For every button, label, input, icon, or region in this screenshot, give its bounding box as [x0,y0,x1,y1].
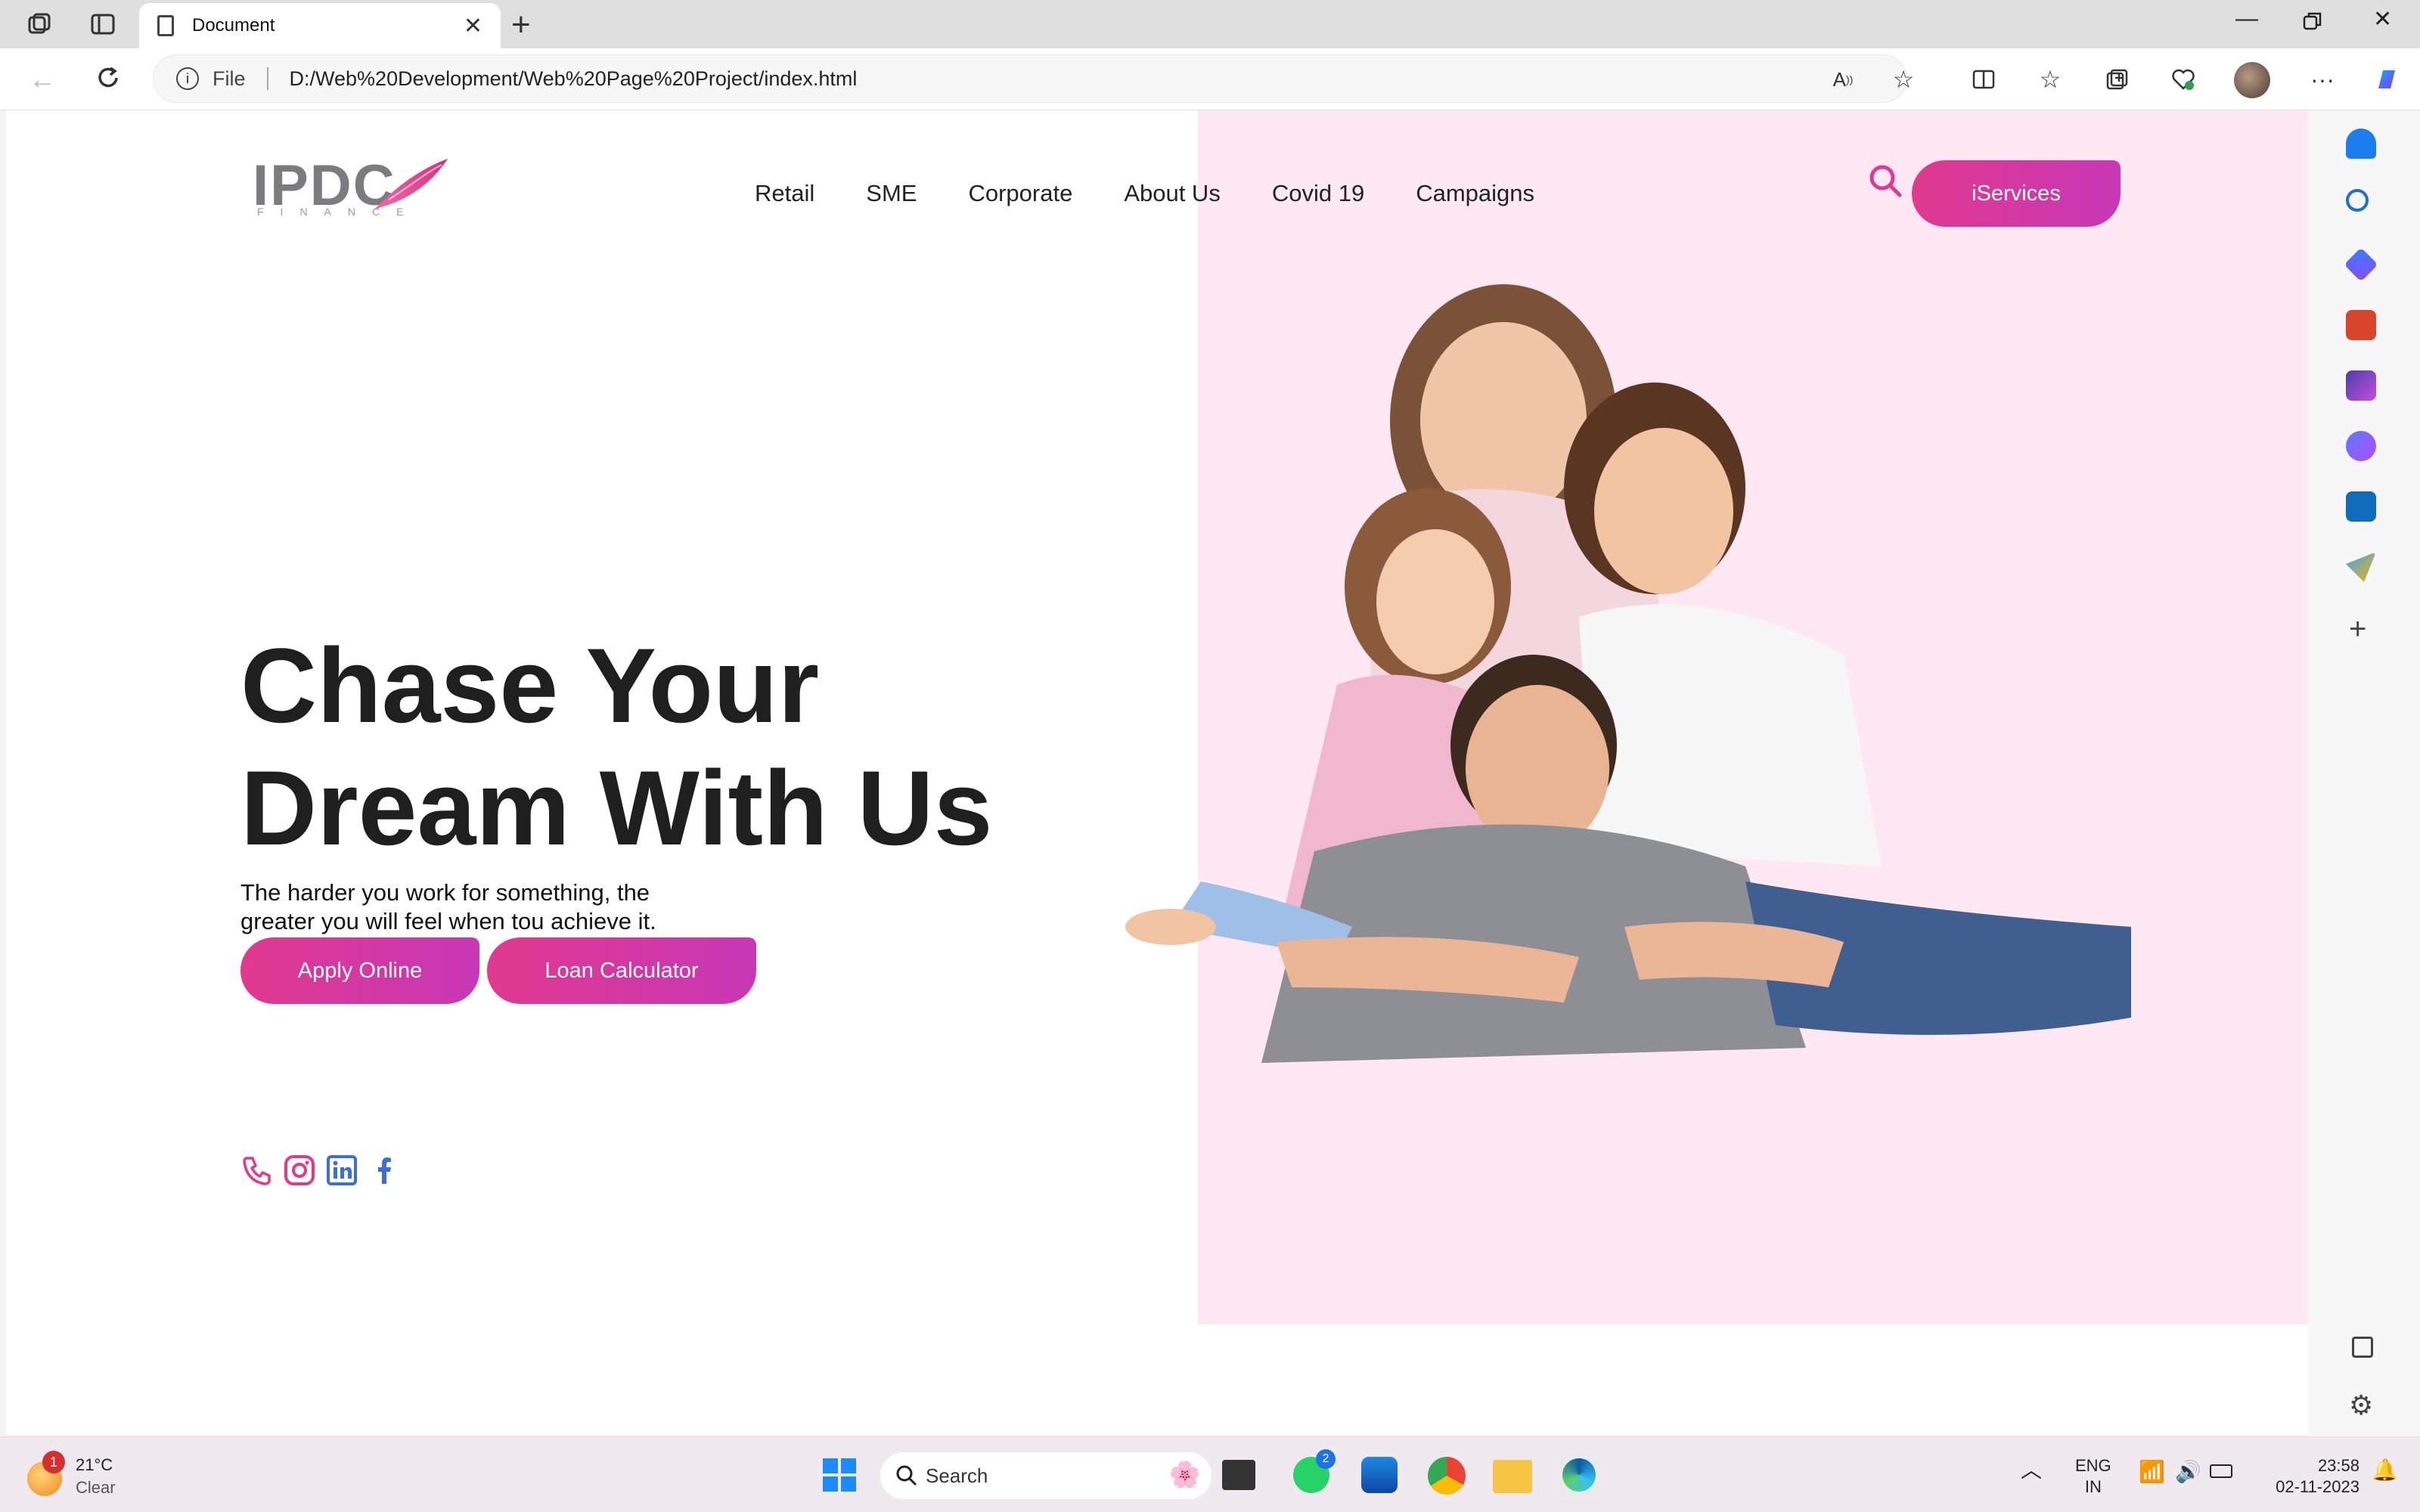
lang-bottom: IN [2084,1477,2102,1496]
back-icon[interactable]: ← [29,64,56,95]
battery-icon[interactable] [2210,1464,2232,1478]
store-icon[interactable] [1361,1457,1398,1493]
hero-title: Chase Your Dream With Us [240,624,1186,869]
ipdc-logo[interactable]: IPDC FINANCE [253,153,449,221]
site-info-icon[interactable]: i [176,67,199,90]
apply-online-button[interactable]: Apply Online [240,937,479,1004]
tools-icon[interactable] [2346,310,2376,340]
weather-badge: 1 [42,1451,65,1473]
nav-covid-19[interactable]: Covid 19 [1272,180,1364,207]
restore-icon[interactable] [2302,11,2323,38]
nav-about-us[interactable]: About Us [1124,180,1221,207]
tab-title: Document [192,15,275,36]
facebook-icon[interactable] [368,1154,401,1187]
split-screen-icon[interactable] [1968,64,2000,95]
file-explorer-icon[interactable] [1493,1460,1532,1493]
nav-retail[interactable]: Retail [755,180,814,207]
linkedin-icon[interactable] [325,1154,358,1187]
vertical-tabs-icon[interactable] [88,9,118,39]
taskbar-search-icon [896,1465,917,1486]
url-divider [266,67,268,90]
chrome-icon[interactable] [1428,1457,1466,1495]
hero-subtitle-line2: greater you will feel when tou achieve i… [240,908,656,934]
refresh-icon[interactable] [94,64,123,99]
drop-icon[interactable] [2346,552,2376,582]
url-prefix: File [213,67,246,90]
sidebar-settings-icon[interactable]: ⚙ [2349,1390,2373,1421]
edge-icon [1562,1458,1596,1492]
add-sidebar-app-icon[interactable]: + [2349,612,2366,646]
address-bar[interactable]: i File D:/Web%20Development/Web%20Page%2… [153,54,1907,103]
address-toolbar: ← i File D:/Web%20Development/Web%20Page… [0,48,2420,110]
games-icon[interactable] [2346,370,2376,401]
shopping-icon[interactable] [2344,247,2378,282]
main-nav: Retail SME Corporate About Us Covid 19 C… [755,180,1586,207]
favorite-star-icon[interactable]: ☆ [1888,64,1919,95]
search-sidebar-icon[interactable] [2346,189,2369,212]
loan-calculator-button[interactable]: Loan Calculator [487,937,756,1004]
search-icon[interactable] [1866,162,1904,200]
minimize-icon[interactable]: — [2235,6,2258,32]
edge-sidebar: + ⚙ [2308,110,2420,1436]
lang-top: ENG [2075,1456,2111,1475]
wifi-icon[interactable]: 📶 [2139,1461,2165,1483]
weather-temp: 21°C [76,1455,113,1474]
whatsapp-badge: 2 [1316,1449,1336,1469]
page-viewport: IPDC FINANCE Retail SME Corporate About … [6,110,2308,1435]
browser-tab-bar: Document ✕ + — ✕ [0,0,2420,48]
browser-essentials-icon[interactable] [2167,64,2199,95]
nav-campaigns[interactable]: Campaigns [1416,180,1534,207]
task-view-icon[interactable] [1222,1460,1255,1490]
start-icon[interactable] [818,1454,861,1496]
outlook-icon[interactable] [2346,491,2376,522]
notification-bell-icon[interactable]: 🔔 [2372,1460,2398,1481]
logo-feather-icon [374,159,448,210]
volume-icon[interactable]: 🔊 [2175,1461,2201,1483]
more-options-icon[interactable]: ··· [2307,64,2338,95]
edge-taskbar-item[interactable] [1558,1454,1600,1496]
hero-subtitle-line1: The harder you work for something, the [240,879,650,906]
hero-title-line2: Dream With Us [240,748,993,867]
taskbar-search-placeholder: Search [926,1464,988,1487]
close-window-icon[interactable]: ✕ [2373,6,2392,33]
nav-sme[interactable]: SME [866,180,917,207]
read-aloud-icon[interactable]: A)) [1827,64,1859,95]
hide-sidebar-icon[interactable] [2352,1337,2373,1358]
microsoft365-icon[interactable] [2346,431,2376,461]
profile-avatar[interactable] [2234,62,2270,98]
clock-time: 23:58 [2317,1456,2360,1475]
nav-corporate[interactable]: Corporate [968,180,1072,207]
weather-text: 21°C Clear [76,1454,116,1499]
language-indicator[interactable]: ENG IN [2075,1455,2111,1498]
url-text: D:/Web%20Development/Web%20Page%20Projec… [289,67,858,90]
show-hidden-icons[interactable]: ︿ [2021,1460,2042,1481]
instagram-icon[interactable] [283,1154,316,1187]
clock-date: 02-11-2023 [2276,1477,2360,1496]
tab-document[interactable]: Document ✕ [139,3,501,48]
clock[interactable]: 23:58 02-11-2023 [2261,1455,2360,1498]
phone-icon[interactable] [240,1154,274,1187]
page-icon [157,15,174,36]
collections-icon[interactable] [2101,64,2133,95]
new-tab-icon[interactable]: + [511,6,531,44]
search-highlight-icon: 🌸 [1168,1461,1201,1489]
taskbar-search[interactable]: Search 🌸 [880,1452,1212,1499]
iservices-button[interactable]: iServices [1912,160,2121,227]
close-tab-icon[interactable]: ✕ [464,13,482,39]
copilot-icon[interactable] [2372,64,2403,95]
favorites-icon[interactable]: ☆ [2034,64,2066,95]
family-photo [1125,284,2131,1063]
whatsapp-icon[interactable]: 2 [1293,1449,1336,1493]
workspaces-icon[interactable] [24,9,54,39]
notifications-icon[interactable] [2346,129,2376,159]
hero-subtitle: The harder you work for something, the g… [240,878,724,936]
windows-taskbar: 1 21°C Clear Search 🌸 2 ︿ ENG IN 📶 🔊 23:… [0,1436,2420,1512]
weather-desc: Clear [76,1478,116,1497]
hero-title-line1: Chase Your [240,626,820,745]
